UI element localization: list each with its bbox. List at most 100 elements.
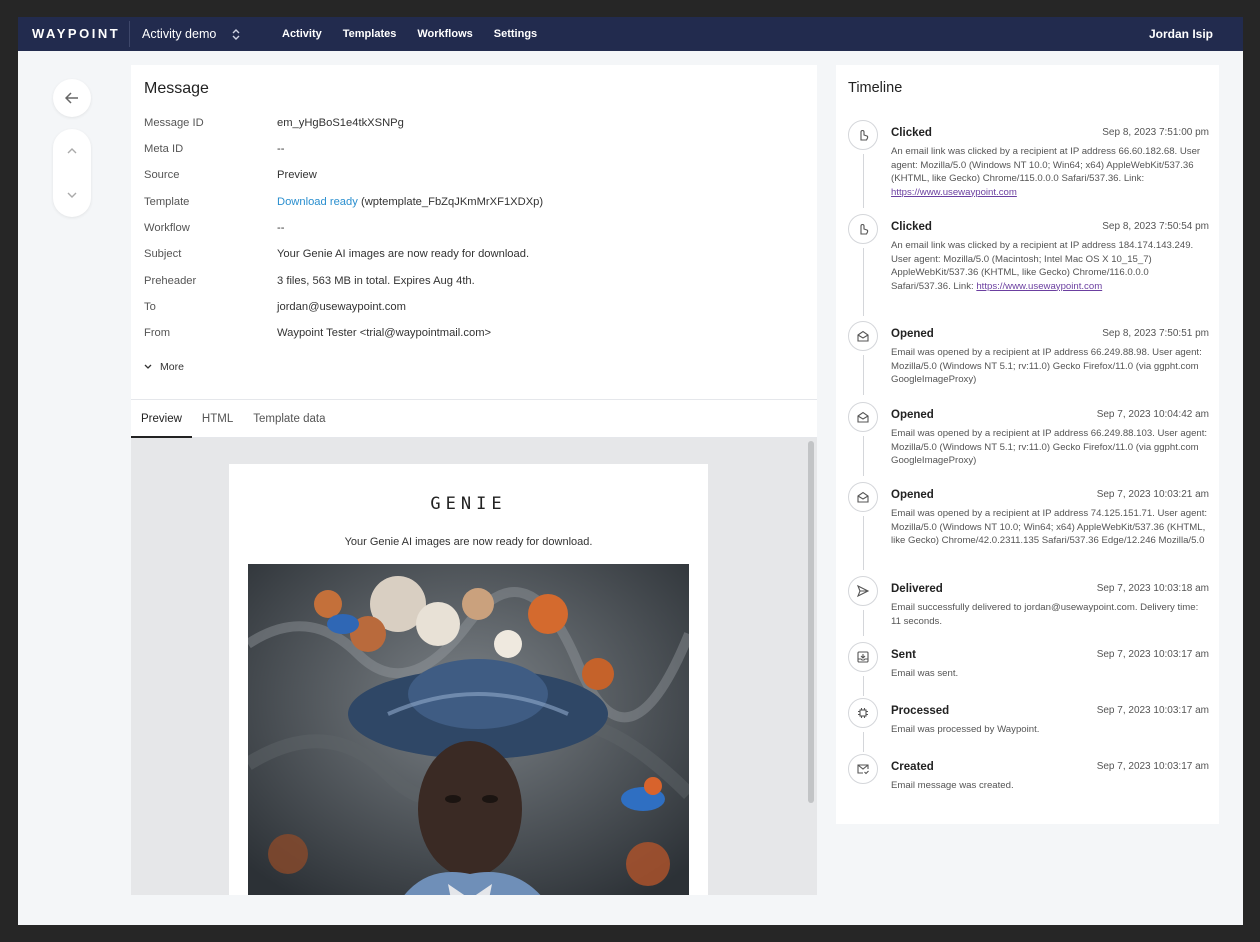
nav-link-settings[interactable]: Settings [494, 28, 537, 40]
tab-preview[interactable]: Preview [131, 400, 192, 438]
event-link[interactable]: https://www.usewaypoint.com [976, 281, 1102, 292]
email-preview: GENIE Your Genie AI images are now ready… [229, 464, 708, 895]
email-preview-pane[interactable]: GENIE Your Genie AI images are now ready… [131, 438, 817, 895]
event-name: Processed [891, 705, 950, 717]
event-description: Email successfully delivered to jordan@u… [891, 602, 1199, 627]
timeline-card: Timeline Clicked Sep 8, 2023 7:51:00 pm … [836, 65, 1219, 824]
event-description: An email link was clicked by a recipient… [891, 240, 1194, 292]
envelope-open-icon [848, 402, 878, 432]
event-description: Email was sent. [891, 668, 959, 679]
event-name: Created [891, 761, 934, 773]
field-value: Download ready (wptemplate_FbZqJKmMrXF1X… [277, 196, 543, 208]
pointer-icon [848, 214, 878, 244]
field-from: From Waypoint Tester <trial@waypointmail… [144, 327, 794, 339]
event-time: Sep 8, 2023 7:50:54 pm [1102, 221, 1209, 232]
template-link[interactable]: Download ready [277, 196, 358, 208]
field-label: Meta ID [144, 143, 184, 155]
event-description: An email link was clicked by a recipient… [891, 146, 1201, 198]
prev-next-control [53, 129, 91, 217]
message-card: Message Message ID em_yHgBoS1e4tkXSNPg M… [131, 65, 817, 895]
field-message-id: Message ID em_yHgBoS1e4tkXSNPg [144, 117, 794, 129]
field-value: Your Genie AI images are now ready for d… [277, 248, 530, 260]
event-time: Sep 7, 2023 10:03:17 am [1096, 649, 1209, 660]
field-label: Preheader [144, 275, 197, 287]
event-description: Email message was created. [891, 780, 1014, 791]
field-workflow: Workflow -- [144, 222, 794, 234]
event-name: Clicked [891, 127, 932, 139]
tab-html[interactable]: HTML [192, 400, 243, 438]
event-time: Sep 7, 2023 10:03:18 am [1096, 583, 1209, 594]
event-name: Sent [891, 649, 916, 661]
field-label: Message ID [144, 117, 204, 129]
field-label: Template [144, 196, 190, 208]
more-label: More [160, 361, 184, 373]
user-menu[interactable]: Jordan Isip [1149, 17, 1213, 51]
brand-logo[interactable]: WAYPOINT [32, 17, 120, 51]
timeline-connector [863, 154, 864, 208]
field-value: 3 files, 563 MB in total. Expires Aug 4t… [277, 275, 475, 287]
app-window: WAYPOINT Activity demo Activity Template… [18, 17, 1243, 925]
event-description: Email was opened by a recipient at IP ad… [891, 428, 1208, 466]
tab-template-data[interactable]: Template data [243, 400, 335, 438]
field-template: Template Download ready (wptemplate_FbZq… [144, 196, 794, 208]
timeline-connector [863, 732, 864, 752]
event-time: Sep 7, 2023 10:03:17 am [1096, 705, 1209, 716]
timeline-connector [863, 610, 864, 636]
event-name: Clicked [891, 221, 932, 233]
envelope-open-icon [848, 482, 878, 512]
outbox-icon [848, 642, 878, 672]
field-to: To jordan@usewaypoint.com [144, 301, 794, 313]
email-subtitle: Your Genie AI images are now ready for d… [344, 536, 593, 548]
timeline-connector [863, 436, 864, 476]
envelope-check-icon [848, 754, 878, 784]
event-time: Sep 8, 2023 7:50:51 pm [1102, 328, 1209, 339]
event-time: Sep 7, 2023 10:03:17 am [1096, 761, 1209, 772]
event-name: Opened [891, 489, 934, 501]
preview-tabs: Preview HTML Template data [131, 400, 817, 438]
field-source: Source Preview [144, 169, 794, 181]
event-link[interactable]: https://www.usewaypoint.com [891, 187, 1017, 198]
timeline-connector [863, 516, 864, 570]
field-subject: Subject Your Genie AI images are now rea… [144, 248, 794, 260]
nav-links: Activity Templates Workflows Settings [282, 17, 537, 51]
nav-link-workflows[interactable]: Workflows [417, 28, 472, 40]
preview-scrollbar[interactable] [808, 441, 814, 803]
event-name: Delivered [891, 583, 943, 595]
field-label: Subject [144, 248, 182, 260]
field-value: jordan@usewaypoint.com [277, 301, 406, 313]
timeline-connector [863, 248, 864, 316]
field-value: em_yHgBoS1e4tkXSNPg [277, 117, 404, 129]
event-description: Email was processed by Waypoint. [891, 724, 1040, 735]
project-switcher[interactable]: Activity demo [142, 17, 240, 51]
chevron-down-icon [67, 192, 77, 198]
previous-message-button[interactable] [67, 145, 77, 157]
field-value: -- [277, 222, 285, 234]
project-name: Activity demo [142, 27, 217, 41]
timeline-connector [863, 676, 864, 696]
updown-chevron-icon [232, 28, 240, 41]
paper-plane-icon [848, 576, 878, 606]
arrow-left-icon [65, 92, 78, 104]
event-time: Sep 7, 2023 10:03:21 am [1096, 489, 1209, 500]
template-id: (wptemplate_FbZqJKmMrXF1XDXp) [357, 196, 544, 208]
field-label: Source [144, 169, 180, 181]
email-logo: GENIE [430, 494, 507, 514]
event-time: Sep 8, 2023 7:51:00 pm [1102, 127, 1209, 138]
next-message-button[interactable] [67, 189, 77, 201]
nav-link-templates[interactable]: Templates [343, 28, 397, 40]
event-description: Email was opened by a recipient at IP ad… [891, 347, 1202, 385]
field-label: To [144, 301, 156, 313]
nav-link-activity[interactable]: Activity [282, 28, 322, 40]
field-preheader: Preheader 3 files, 563 MB in total. Expi… [144, 275, 794, 287]
back-button[interactable] [53, 79, 91, 117]
event-name: Opened [891, 328, 934, 340]
nav-divider [129, 21, 130, 47]
chip-icon [848, 698, 878, 728]
field-value: Waypoint Tester <trial@waypointmail.com> [277, 327, 492, 339]
top-nav: WAYPOINT Activity demo Activity Template… [18, 17, 1243, 51]
field-label: Workflow [144, 222, 190, 234]
field-value: -- [277, 143, 285, 155]
field-value: Preview [277, 169, 317, 181]
more-toggle[interactable]: More [144, 361, 184, 373]
event-time: Sep 7, 2023 10:04:42 am [1096, 409, 1209, 420]
